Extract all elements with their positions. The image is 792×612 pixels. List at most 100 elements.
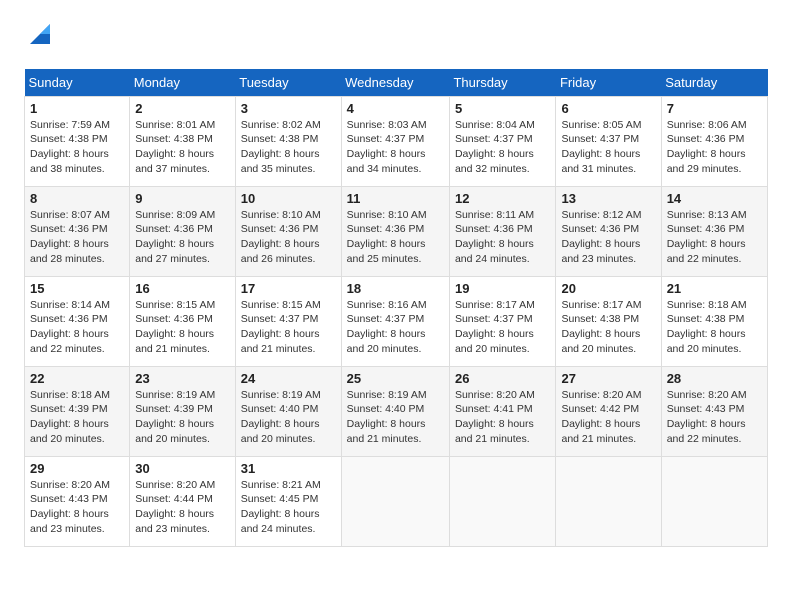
day-info: Sunrise: 8:20 AMSunset: 4:43 PMDaylight:… [667,388,762,447]
calendar-cell: 1 Sunrise: 7:59 AMSunset: 4:38 PMDaylight… [25,96,130,186]
calendar-cell [556,456,661,546]
day-info: Sunrise: 8:13 AMSunset: 4:36 PMDaylight:… [667,208,762,267]
day-info: Sunrise: 8:19 AMSunset: 4:40 PMDaylight:… [241,388,336,447]
day-info: Sunrise: 8:17 AMSunset: 4:37 PMDaylight:… [455,298,551,357]
day-number: 16 [135,281,230,296]
day-info: Sunrise: 8:04 AMSunset: 4:37 PMDaylight:… [455,118,551,177]
calendar-cell: 10 Sunrise: 8:10 AMSunset: 4:36 PMDayligh… [235,186,341,276]
day-number: 26 [455,371,551,386]
week-row-4: 22 Sunrise: 8:18 AMSunset: 4:39 PMDayligh… [25,366,768,456]
day-info: Sunrise: 8:06 AMSunset: 4:36 PMDaylight:… [667,118,762,177]
day-number: 27 [561,371,655,386]
calendar-cell: 22 Sunrise: 8:18 AMSunset: 4:39 PMDayligh… [25,366,130,456]
week-row-1: 1 Sunrise: 7:59 AMSunset: 4:38 PMDaylight… [25,96,768,186]
day-number: 17 [241,281,336,296]
day-number: 25 [347,371,444,386]
calendar-cell: 20Sunrise: 8:17 AMSunset: 4:38 PMDayligh… [556,276,661,366]
day-info: Sunrise: 8:15 AMSunset: 4:37 PMDaylight:… [241,298,336,357]
day-info: Sunrise: 8:20 AMSunset: 4:43 PMDaylight:… [30,478,124,537]
col-header-monday: Monday [130,69,236,97]
calendar-cell: 23Sunrise: 8:19 AMSunset: 4:39 PMDayligh… [130,366,236,456]
col-header-thursday: Thursday [449,69,556,97]
calendar-cell: 5 Sunrise: 8:04 AMSunset: 4:37 PMDaylight… [449,96,556,186]
day-number: 11 [347,191,444,206]
calendar-cell: 4Sunrise: 8:03 AMSunset: 4:37 PMDaylight… [341,96,449,186]
day-number: 9 [135,191,230,206]
day-info: Sunrise: 8:11 AMSunset: 4:36 PMDaylight:… [455,208,551,267]
day-number: 1 [30,101,124,116]
day-number: 3 [241,101,336,116]
calendar-cell: 16 Sunrise: 8:15 AMSunset: 4:36 PMDayligh… [130,276,236,366]
day-number: 19 [455,281,551,296]
day-info: Sunrise: 8:15 AMSunset: 4:36 PMDaylight:… [135,298,230,357]
day-number: 30 [135,461,230,476]
day-info: Sunrise: 8:10 AMSunset: 4:36 PMDaylight:… [347,208,444,267]
calendar-cell: 3 Sunrise: 8:02 AMSunset: 4:38 PMDaylight… [235,96,341,186]
calendar-cell: 29 Sunrise: 8:20 AMSunset: 4:43 PMDayligh… [25,456,130,546]
day-info: Sunrise: 8:02 AMSunset: 4:38 PMDaylight:… [241,118,336,177]
page-header [24,20,768,53]
day-info: Sunrise: 8:18 AMSunset: 4:39 PMDaylight:… [30,388,124,447]
calendar-cell [449,456,556,546]
day-info: Sunrise: 8:07 AMSunset: 4:36 PMDaylight:… [30,208,124,267]
calendar-cell: 17 Sunrise: 8:15 AMSunset: 4:37 PMDayligh… [235,276,341,366]
calendar-cell: 21 Sunrise: 8:18 AMSunset: 4:38 PMDayligh… [661,276,767,366]
day-info: Sunrise: 8:17 AMSunset: 4:38 PMDaylight:… [561,298,655,357]
day-number: 2 [135,101,230,116]
day-number: 21 [667,281,762,296]
day-info: Sunrise: 8:20 AMSunset: 4:44 PMDaylight:… [135,478,230,537]
day-info: Sunrise: 8:18 AMSunset: 4:38 PMDaylight:… [667,298,762,357]
day-number: 18 [347,281,444,296]
calendar-cell: 15 Sunrise: 8:14 AMSunset: 4:36 PMDayligh… [25,276,130,366]
day-number: 7 [667,101,762,116]
day-info: Sunrise: 8:01 AMSunset: 4:38 PMDaylight:… [135,118,230,177]
calendar-cell: 9 Sunrise: 8:09 AMSunset: 4:36 PMDaylight… [130,186,236,276]
day-number: 5 [455,101,551,116]
col-header-friday: Friday [556,69,661,97]
calendar-cell: 30 Sunrise: 8:20 AMSunset: 4:44 PMDayligh… [130,456,236,546]
calendar-header-row: SundayMondayTuesdayWednesdayThursdayFrid… [25,69,768,97]
day-info: Sunrise: 7:59 AMSunset: 4:38 PMDaylight:… [30,118,124,177]
calendar-cell: 8 Sunrise: 8:07 AMSunset: 4:36 PMDaylight… [25,186,130,276]
calendar-cell: 24 Sunrise: 8:19 AMSunset: 4:40 PMDayligh… [235,366,341,456]
calendar-cell [341,456,449,546]
col-header-wednesday: Wednesday [341,69,449,97]
day-number: 29 [30,461,124,476]
day-info: Sunrise: 8:05 AMSunset: 4:37 PMDaylight:… [561,118,655,177]
day-number: 13 [561,191,655,206]
day-number: 14 [667,191,762,206]
day-info: Sunrise: 8:14 AMSunset: 4:36 PMDaylight:… [30,298,124,357]
day-number: 6 [561,101,655,116]
week-row-3: 15 Sunrise: 8:14 AMSunset: 4:36 PMDayligh… [25,276,768,366]
day-info: Sunrise: 8:20 AMSunset: 4:42 PMDaylight:… [561,388,655,447]
day-info: Sunrise: 8:10 AMSunset: 4:36 PMDaylight:… [241,208,336,267]
calendar-cell [661,456,767,546]
col-header-saturday: Saturday [661,69,767,97]
day-number: 23 [135,371,230,386]
day-number: 12 [455,191,551,206]
day-info: Sunrise: 8:12 AMSunset: 4:36 PMDaylight:… [561,208,655,267]
calendar-cell: 6 Sunrise: 8:05 AMSunset: 4:37 PMDaylight… [556,96,661,186]
calendar-cell: 7 Sunrise: 8:06 AMSunset: 4:36 PMDaylight… [661,96,767,186]
calendar-cell: 27 Sunrise: 8:20 AMSunset: 4:42 PMDayligh… [556,366,661,456]
calendar-table: SundayMondayTuesdayWednesdayThursdayFrid… [24,69,768,547]
day-number: 24 [241,371,336,386]
logo-icon [26,20,54,48]
calendar-cell: 13 Sunrise: 8:12 AMSunset: 4:36 PMDayligh… [556,186,661,276]
day-info: Sunrise: 8:19 AMSunset: 4:40 PMDaylight:… [347,388,444,447]
day-info: Sunrise: 8:20 AMSunset: 4:41 PMDaylight:… [455,388,551,447]
calendar-cell: 28 Sunrise: 8:20 AMSunset: 4:43 PMDayligh… [661,366,767,456]
day-number: 28 [667,371,762,386]
day-number: 4 [347,101,444,116]
calendar-cell: 25 Sunrise: 8:19 AMSunset: 4:40 PMDayligh… [341,366,449,456]
day-number: 8 [30,191,124,206]
calendar-cell: 26 Sunrise: 8:20 AMSunset: 4:41 PMDayligh… [449,366,556,456]
day-number: 22 [30,371,124,386]
col-header-tuesday: Tuesday [235,69,341,97]
day-info: Sunrise: 8:21 AMSunset: 4:45 PMDaylight:… [241,478,336,537]
calendar-cell: 18Sunrise: 8:16 AMSunset: 4:37 PMDayligh… [341,276,449,366]
day-info: Sunrise: 8:09 AMSunset: 4:36 PMDaylight:… [135,208,230,267]
day-number: 10 [241,191,336,206]
calendar-cell: 12 Sunrise: 8:11 AMSunset: 4:36 PMDayligh… [449,186,556,276]
day-number: 15 [30,281,124,296]
